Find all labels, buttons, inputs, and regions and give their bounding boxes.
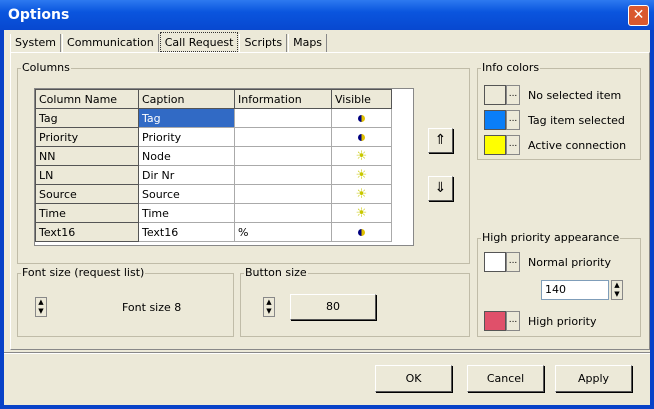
visible-cell[interactable]: ☀: [331, 165, 392, 185]
close-icon[interactable]: ✕: [628, 5, 649, 26]
header-information[interactable]: Information: [234, 89, 332, 109]
caption-cell[interactable]: Text16: [138, 222, 235, 242]
column-name-cell[interactable]: Source: [35, 184, 139, 204]
column-name-cell[interactable]: NN: [35, 146, 139, 166]
visible-sun-icon: ☀: [355, 167, 368, 183]
normal-priority-swatch[interactable]: [484, 252, 506, 272]
table-row[interactable]: Time Time ☀: [35, 203, 392, 223]
info-color-label: Active connection: [528, 139, 627, 152]
table-row[interactable]: Priority Priority: [35, 127, 392, 147]
button-size-label: Button size: [244, 266, 308, 279]
options-dialog: Options ✕ System Communication Call Requ…: [0, 0, 654, 409]
window-title: Options: [8, 7, 70, 23]
table-row[interactable]: Source Source ☀: [35, 184, 392, 204]
caption-cell[interactable]: Priority: [138, 127, 235, 147]
visible-half-icon: [358, 114, 365, 122]
high-priority-pick-button[interactable]: ...: [506, 311, 520, 331]
visible-cell[interactable]: ☀: [331, 203, 392, 223]
table-row[interactable]: Tag Tag: [35, 108, 392, 128]
apply-button[interactable]: Apply: [555, 365, 632, 392]
tab-system[interactable]: System: [10, 34, 62, 52]
visible-half-icon: [358, 228, 365, 236]
normal-priority-pick-button[interactable]: ...: [506, 252, 520, 272]
information-cell[interactable]: [234, 203, 332, 223]
table-row[interactable]: Text16 Text16 %: [35, 222, 392, 242]
move-up-button[interactable]: ⇑: [428, 128, 453, 153]
visible-sun-icon: ☀: [355, 205, 368, 221]
column-name-cell[interactable]: Tag: [35, 108, 139, 128]
priority-threshold-spinner[interactable]: ▲ ▼: [611, 280, 623, 300]
caption-cell[interactable]: Dir Nr: [138, 165, 235, 185]
column-name-cell[interactable]: Priority: [35, 127, 139, 147]
header-visible[interactable]: Visible: [331, 89, 392, 109]
title-bar: Options ✕: [0, 0, 654, 30]
button-size-preview[interactable]: 80: [290, 294, 376, 320]
header-column-name[interactable]: Column Name: [35, 89, 139, 109]
grid-header: Column Name Caption Information Visible: [35, 89, 392, 109]
visible-cell[interactable]: [331, 108, 392, 128]
tab-strip: System Communication Call Request Script…: [10, 32, 328, 52]
info-color-label: Tag item selected: [528, 114, 625, 127]
font-size-label: Font size (request list): [21, 266, 146, 279]
move-down-button[interactable]: ⇓: [428, 176, 453, 201]
priority-threshold-input[interactable]: 140: [541, 280, 609, 300]
high-priority-label: High priority appearance: [481, 231, 621, 244]
visible-cell[interactable]: ☀: [331, 184, 392, 204]
information-cell[interactable]: [234, 184, 332, 204]
column-name-cell[interactable]: LN: [35, 165, 139, 185]
separator: [4, 352, 650, 354]
visible-sun-icon: ☀: [355, 148, 368, 164]
font-size-value: Font size 8: [122, 301, 182, 314]
information-cell[interactable]: %: [234, 222, 332, 242]
tab-call-request[interactable]: Call Request: [159, 32, 239, 52]
caption-cell[interactable]: Source: [138, 184, 235, 204]
caption-cell[interactable]: Node: [138, 146, 235, 166]
columns-group-label: Columns: [21, 61, 71, 74]
info-color-swatch[interactable]: [484, 85, 506, 105]
table-row[interactable]: NN Node ☀: [35, 146, 392, 166]
tab-scripts[interactable]: Scripts: [239, 34, 288, 52]
header-caption[interactable]: Caption: [138, 89, 235, 109]
info-color-swatch[interactable]: [484, 135, 506, 155]
column-name-cell[interactable]: Text16: [35, 222, 139, 242]
tab-maps[interactable]: Maps: [288, 34, 328, 52]
normal-priority-label: Normal priority: [528, 256, 611, 269]
info-color-pick-button[interactable]: ...: [506, 85, 520, 105]
high-priority-swatch[interactable]: [484, 311, 506, 331]
visible-cell[interactable]: ☀: [331, 146, 392, 166]
cancel-button[interactable]: Cancel: [467, 365, 544, 392]
visible-cell[interactable]: [331, 127, 392, 147]
visible-half-icon: [358, 133, 365, 141]
information-cell[interactable]: [234, 108, 332, 128]
table-row[interactable]: LN Dir Nr ☀: [35, 165, 392, 185]
button-size-spinner[interactable]: ▲ ▼: [263, 297, 275, 317]
information-cell[interactable]: [234, 146, 332, 166]
info-colors-label: Info colors: [481, 61, 541, 74]
caption-cell[interactable]: Tag: [138, 108, 235, 128]
font-size-spinner[interactable]: ▲ ▼: [35, 297, 47, 317]
column-name-cell[interactable]: Time: [35, 203, 139, 223]
tab-communication[interactable]: Communication: [62, 34, 159, 52]
columns-grid[interactable]: Column Name Caption Information Visible …: [34, 88, 414, 246]
ok-button[interactable]: OK: [375, 365, 452, 392]
info-color-swatch[interactable]: [484, 110, 506, 130]
information-cell[interactable]: [234, 127, 332, 147]
information-cell[interactable]: [234, 165, 332, 185]
visible-sun-icon: ☀: [355, 186, 368, 202]
info-color-pick-button[interactable]: ...: [506, 135, 520, 155]
high-priority-text: High priority: [528, 315, 597, 328]
visible-cell[interactable]: [331, 222, 392, 242]
info-color-label: No selected item: [528, 89, 622, 102]
info-color-pick-button[interactable]: ...: [506, 110, 520, 130]
caption-cell[interactable]: Time: [138, 203, 235, 223]
